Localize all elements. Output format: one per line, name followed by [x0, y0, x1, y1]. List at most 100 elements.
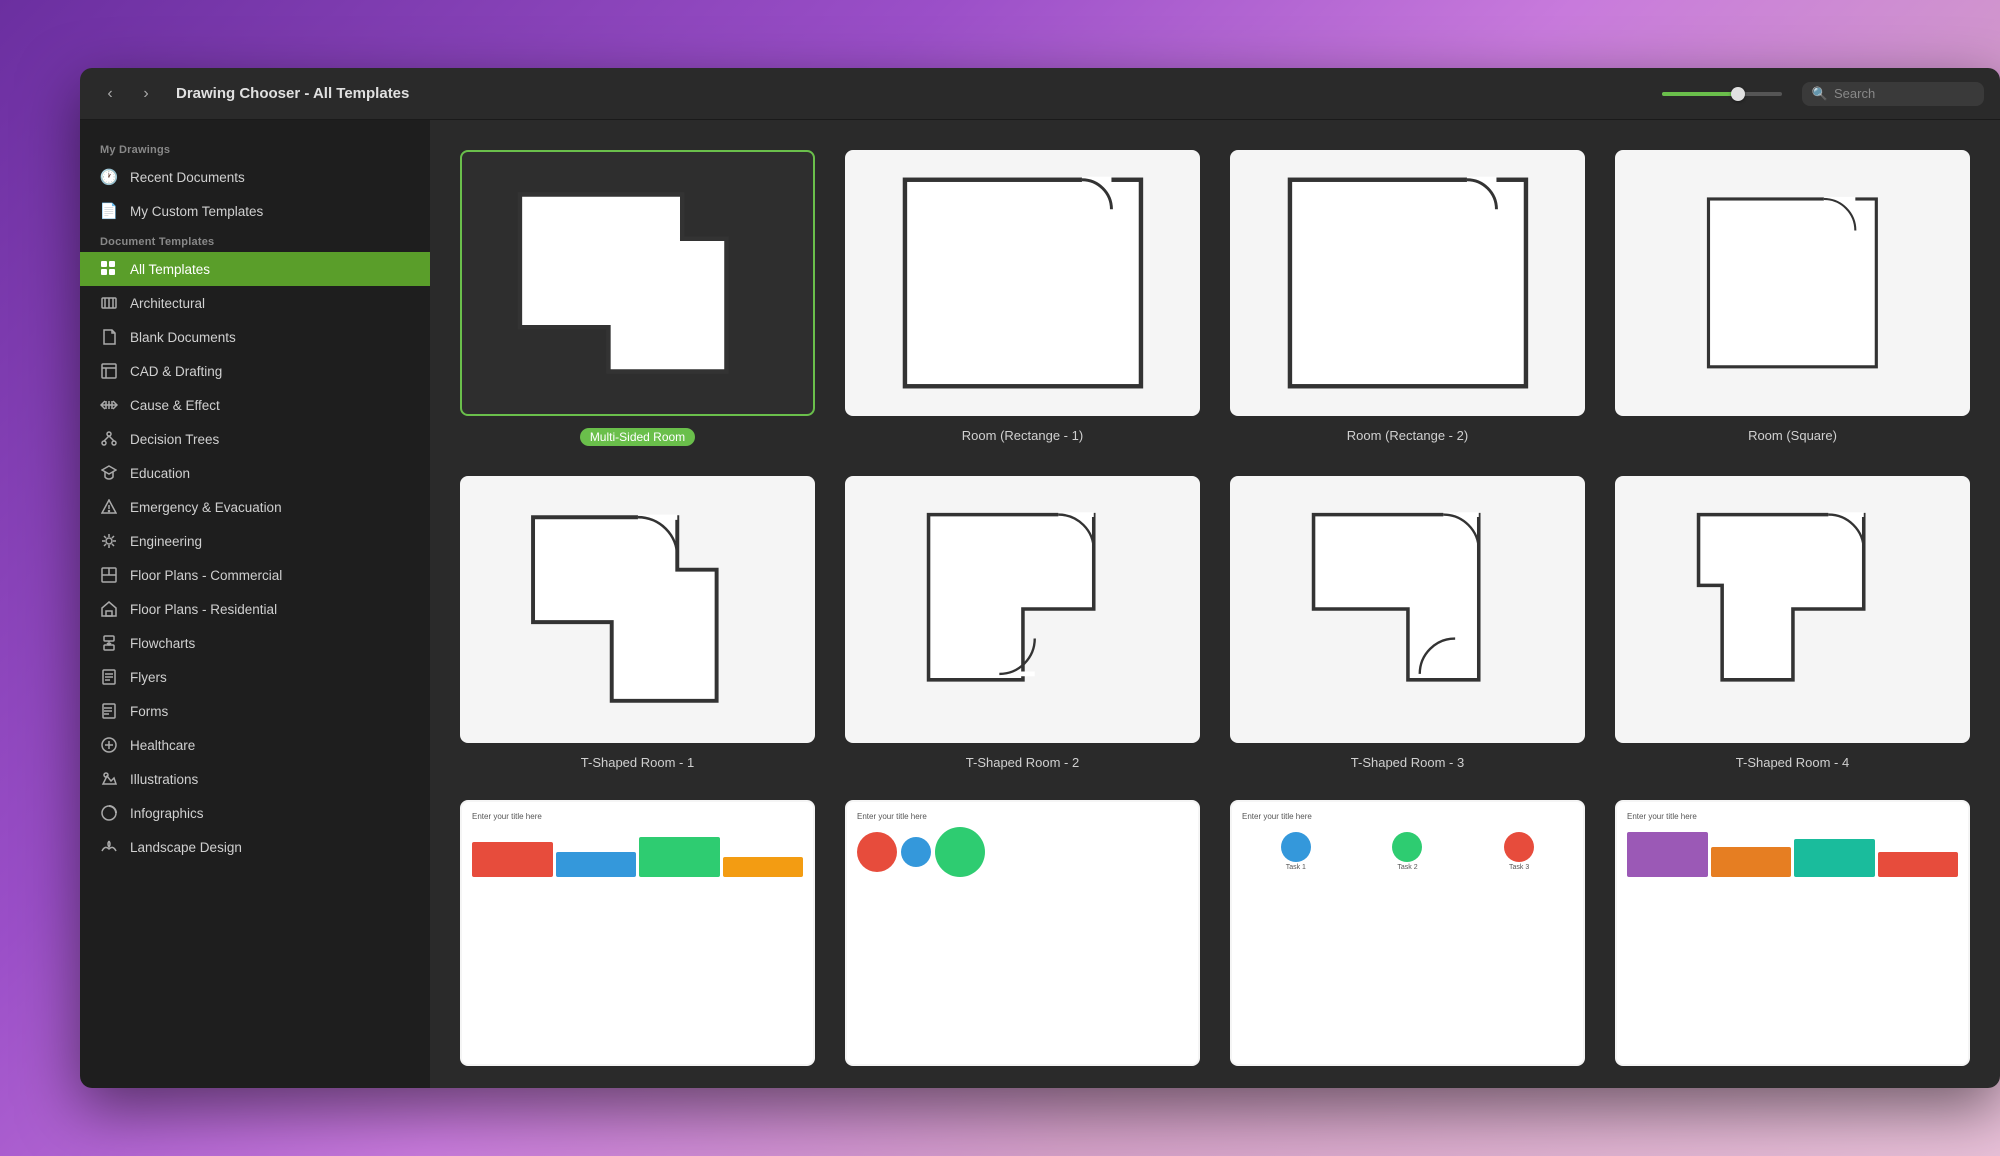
sidebar-item-illustrations[interactable]: Illustrations: [80, 762, 430, 796]
sidebar-item-forms[interactable]: Forms: [80, 694, 430, 728]
main-content: My Drawings 🕐 Recent Documents 📄 My Cust…: [80, 120, 2000, 1088]
zoom-track: [1662, 92, 1782, 96]
forms-label: Forms: [130, 704, 168, 719]
template-label-room-square: Room (Square): [1748, 428, 1837, 443]
cad-icon: [100, 362, 118, 380]
sidebar-item-engineering[interactable]: Engineering: [80, 524, 430, 558]
template-card-tshaped3[interactable]: T-Shaped Room - 3: [1230, 476, 1585, 769]
flowchart-icon: [100, 634, 118, 652]
template-thumb-tshaped4: [1615, 476, 1970, 742]
document-templates-label: Document Templates: [80, 228, 430, 252]
sidebar-item-flyers[interactable]: Flyers: [80, 660, 430, 694]
template-card-slide1[interactable]: Enter your title here: [460, 800, 815, 1066]
template-label-room-rect1: Room (Rectange - 1): [962, 428, 1083, 443]
search-input[interactable]: [1834, 86, 1974, 101]
template-label-tshaped4: T-Shaped Room - 4: [1736, 755, 1849, 770]
infographics-icon: [100, 804, 118, 822]
template-label-tshaped2: T-Shaped Room - 2: [966, 755, 1079, 770]
healthcare-label: Healthcare: [130, 738, 195, 753]
sidebar-item-architectural[interactable]: Architectural: [80, 286, 430, 320]
sidebar-item-recent-documents[interactable]: 🕐 Recent Documents: [80, 160, 430, 194]
template-card-tshaped1[interactable]: T-Shaped Room - 1: [460, 476, 815, 769]
blank-doc-icon: [100, 328, 118, 346]
zoom-thumb: [1731, 87, 1745, 101]
illustrations-label: Illustrations: [130, 772, 198, 787]
recent-documents-label: Recent Documents: [130, 170, 245, 185]
sidebar-item-emergency-evacuation[interactable]: Emergency & Evacuation: [80, 490, 430, 524]
education-icon: [100, 464, 118, 482]
healthcare-icon: [100, 736, 118, 754]
illustrations-icon: [100, 770, 118, 788]
sidebar-item-custom-templates[interactable]: 📄 My Custom Templates: [80, 194, 430, 228]
sidebar-item-healthcare[interactable]: Healthcare: [80, 728, 430, 762]
floor-plan-residential-icon: [100, 600, 118, 618]
emergency-icon: [100, 498, 118, 516]
sidebar-item-landscape-design[interactable]: Landscape Design: [80, 830, 430, 864]
forms-icon: [100, 702, 118, 720]
window-title: Drawing Chooser - All Templates: [176, 85, 1662, 102]
sidebar-item-cad-drafting[interactable]: CAD & Drafting: [80, 354, 430, 388]
template-label-room-rect2: Room (Rectange - 2): [1347, 428, 1468, 443]
engineering-label: Engineering: [130, 534, 202, 549]
architectural-label: Architectural: [130, 296, 205, 311]
my-drawings-label: My Drawings: [80, 136, 430, 160]
decision-tree-icon: [100, 430, 118, 448]
template-card-slide4[interactable]: Enter your title here: [1615, 800, 1970, 1066]
template-card-tshaped2[interactable]: T-Shaped Room - 2: [845, 476, 1200, 769]
nav-arrows: ‹ ›: [96, 80, 160, 108]
template-card-multi-sided-room[interactable]: Multi-Sided Room: [460, 150, 815, 446]
template-thumb-slide1: Enter your title here: [460, 800, 815, 1066]
zoom-fill: [1662, 92, 1734, 96]
floor-plans-residential-label: Floor Plans - Residential: [130, 602, 277, 617]
template-thumb-multi-sided-room: [460, 150, 815, 416]
template-card-room-rect1[interactable]: Room (Rectange - 1): [845, 150, 1200, 446]
template-thumb-slide4: Enter your title here: [1615, 800, 1970, 1066]
search-box[interactable]: 🔍: [1802, 82, 1984, 106]
search-icon: 🔍: [1812, 86, 1828, 102]
template-card-slide2[interactable]: Enter your title here: [845, 800, 1200, 1066]
all-templates-label: All Templates: [130, 262, 210, 277]
main-window: ‹ › Drawing Chooser - All Templates 🔍 My…: [80, 68, 2000, 1088]
decision-trees-label: Decision Trees: [130, 432, 219, 447]
sidebar-item-blank-documents[interactable]: Blank Documents: [80, 320, 430, 354]
custom-templates-label: My Custom Templates: [130, 204, 263, 219]
template-thumb-room-square: [1615, 150, 1970, 416]
sidebar-item-flowcharts[interactable]: Flowcharts: [80, 626, 430, 660]
sidebar-item-all-templates[interactable]: All Templates: [80, 252, 430, 286]
sidebar-item-cause-effect[interactable]: Cause & Effect: [80, 388, 430, 422]
template-card-room-square[interactable]: Room (Square): [1615, 150, 1970, 446]
infographics-label: Infographics: [130, 806, 204, 821]
floor-plan-commercial-icon: [100, 566, 118, 584]
template-thumb-tshaped2: [845, 476, 1200, 742]
template-card-slide3[interactable]: Enter your title here Task 1 Task 2: [1230, 800, 1585, 1066]
blank-documents-label: Blank Documents: [130, 330, 236, 345]
back-button[interactable]: ‹: [96, 80, 124, 108]
template-badge: Multi-Sided Room: [580, 428, 695, 446]
template-card-room-rect2[interactable]: Room (Rectange - 2): [1230, 150, 1585, 446]
flowcharts-label: Flowcharts: [130, 636, 195, 651]
landscape-icon: [100, 838, 118, 856]
sidebar-item-floor-plans-residential[interactable]: Floor Plans - Residential: [80, 592, 430, 626]
template-thumb-tshaped3: [1230, 476, 1585, 742]
sidebar-item-decision-trees[interactable]: Decision Trees: [80, 422, 430, 456]
cad-drafting-label: CAD & Drafting: [130, 364, 222, 379]
sidebar-item-infographics[interactable]: Infographics: [80, 796, 430, 830]
grid-icon: [100, 260, 118, 278]
template-card-tshaped4[interactable]: T-Shaped Room - 4: [1615, 476, 1970, 769]
sidebar-item-education[interactable]: Education: [80, 456, 430, 490]
template-thumb-room-rect2: [1230, 150, 1585, 416]
zoom-slider[interactable]: [1662, 92, 1782, 96]
template-thumb-room-rect1: [845, 150, 1200, 416]
flyers-icon: [100, 668, 118, 686]
emergency-evacuation-label: Emergency & Evacuation: [130, 500, 282, 515]
template-label-tshaped1: T-Shaped Room - 1: [581, 755, 694, 770]
template-label-tshaped3: T-Shaped Room - 3: [1351, 755, 1464, 770]
clock-icon: 🕐: [100, 168, 118, 186]
sidebar-item-floor-plans-commercial[interactable]: Floor Plans - Commercial: [80, 558, 430, 592]
cause-effect-icon: [100, 396, 118, 414]
forward-button[interactable]: ›: [132, 80, 160, 108]
landscape-design-label: Landscape Design: [130, 840, 242, 855]
template-thumb-slide3: Enter your title here Task 1 Task 2: [1230, 800, 1585, 1066]
sidebar: My Drawings 🕐 Recent Documents 📄 My Cust…: [80, 120, 430, 1088]
template-thumb-slide2: Enter your title here: [845, 800, 1200, 1066]
